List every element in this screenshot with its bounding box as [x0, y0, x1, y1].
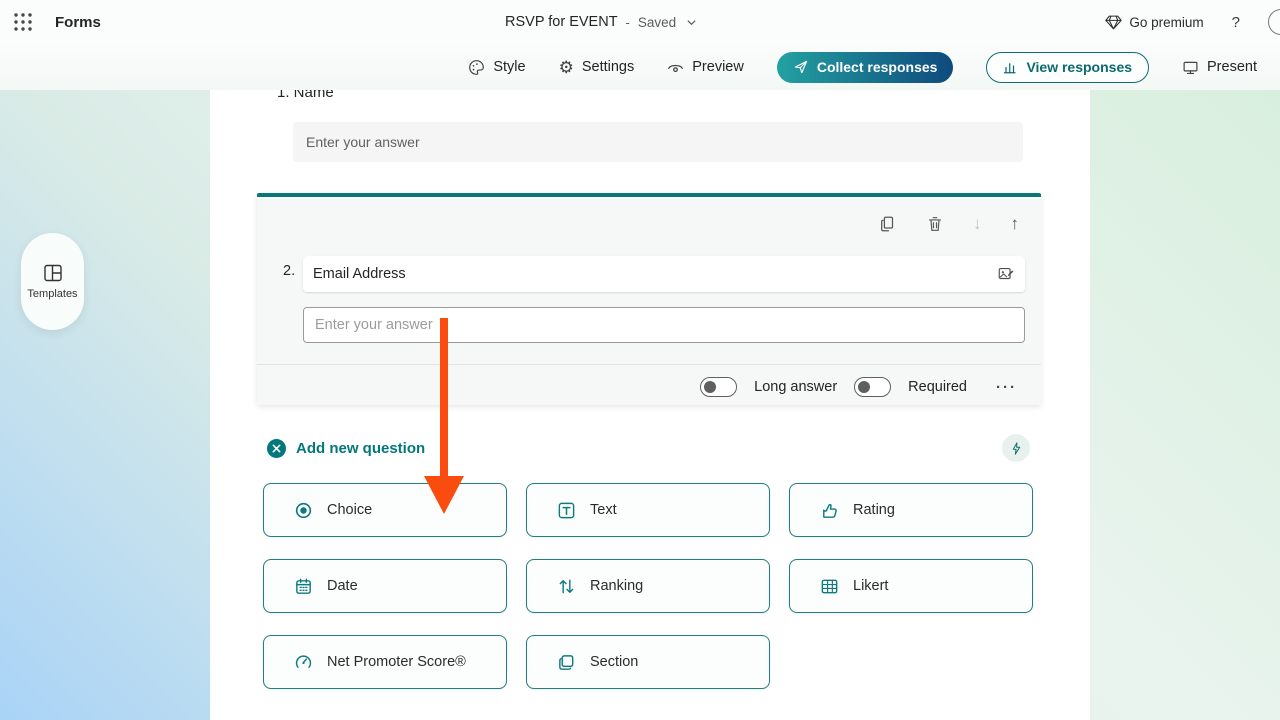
- templates-label: Templates: [27, 288, 78, 300]
- chevron-down-icon[interactable]: [686, 17, 697, 28]
- question-toolbar: ↓ ↑: [879, 215, 1019, 233]
- form-title-group: RSVP for EVENT - Saved: [505, 0, 697, 44]
- question-type-label: Likert: [853, 578, 889, 594]
- title-separator: -: [625, 14, 630, 30]
- section-pages-icon: [559, 654, 574, 670]
- form-title[interactable]: RSVP for EVENT: [505, 14, 618, 30]
- question-type-date[interactable]: Date: [263, 559, 507, 613]
- add-new-question-label[interactable]: Add new question: [296, 440, 425, 457]
- waffle-menu-icon[interactable]: [13, 12, 33, 32]
- app-name: Forms: [55, 13, 101, 31]
- question-1-answer-input[interactable]: [293, 122, 1023, 162]
- question-type-label: Section: [590, 654, 639, 670]
- question-2-card[interactable]: ↓ ↑ 2. Email Address Long answer Require…: [257, 193, 1041, 405]
- lightning-bolt-icon: [1012, 441, 1020, 455]
- eye-icon: [668, 64, 684, 72]
- question-2-title-text: Email Address: [313, 266, 406, 282]
- required-toggle[interactable]: [854, 377, 892, 397]
- account-avatar[interactable]: [1268, 9, 1280, 35]
- preview-label: Preview: [692, 59, 744, 75]
- add-new-question-row: Add new question: [210, 431, 1090, 465]
- question-type-section[interactable]: Section: [526, 635, 770, 689]
- view-responses-label: View responses: [1026, 59, 1133, 75]
- question-type-label: Date: [327, 578, 358, 594]
- diamond-icon: [1105, 15, 1123, 29]
- ranking-arrows-icon: [559, 579, 574, 593]
- move-down-icon: ↓: [973, 214, 982, 233]
- radio-icon: [295, 502, 312, 518]
- bar-chart-icon: [1004, 62, 1017, 73]
- present-button[interactable]: Present: [1182, 59, 1257, 76]
- question-type-label: Ranking: [590, 578, 644, 594]
- question-type-label: Rating: [853, 502, 895, 518]
- settings-label: Settings: [581, 59, 635, 75]
- ai-suggest-button[interactable]: [1002, 434, 1030, 462]
- top-right-group: Go premium ?: [1105, 0, 1280, 44]
- question-2-footer: Long answer Required ···: [257, 364, 1041, 409]
- command-toolbar: Style ⚙ Settings Preview Collect respons…: [0, 44, 1280, 90]
- style-button[interactable]: Style: [468, 59, 526, 76]
- collect-responses-button[interactable]: Collect responses: [776, 51, 954, 83]
- settings-button[interactable]: ⚙ Settings: [559, 59, 635, 76]
- question-type-nps[interactable]: Net Promoter Score®: [263, 635, 507, 689]
- move-up-icon[interactable]: ↑: [1011, 215, 1020, 233]
- question-type-label: Choice: [327, 502, 373, 518]
- templates-layout-icon: [43, 264, 62, 282]
- collect-responses-label: Collect responses: [816, 59, 938, 75]
- question-type-label: Text: [590, 502, 617, 518]
- go-premium-button[interactable]: Go premium: [1105, 14, 1204, 30]
- more-options-button[interactable]: ···: [996, 379, 1017, 396]
- calendar-icon: [296, 578, 311, 594]
- question-type-label: Net Promoter Score®: [327, 654, 466, 670]
- top-bar: Forms RSVP for EVENT - Saved Go premium …: [0, 0, 1280, 44]
- form-editor-panel: 1. Name ↓ ↑ 2. Email Address: [210, 84, 1090, 720]
- insert-media-icon[interactable]: [997, 265, 1015, 283]
- help-button[interactable]: ?: [1228, 14, 1244, 31]
- preview-button[interactable]: Preview: [667, 59, 744, 76]
- question-type-rating[interactable]: Rating: [789, 483, 1033, 537]
- question-2-answer-input[interactable]: [303, 307, 1025, 343]
- question-type-grid: Choice Text Rating Date Ranking Likert N…: [263, 483, 1033, 689]
- text-icon: [558, 502, 575, 518]
- save-status: Saved: [637, 14, 677, 30]
- long-answer-label: Long answer: [754, 379, 838, 395]
- palette-icon: [469, 59, 485, 75]
- question-2-number: 2.: [283, 263, 296, 279]
- long-answer-toggle[interactable]: [700, 377, 738, 397]
- question-type-ranking[interactable]: Ranking: [526, 559, 770, 613]
- present-label: Present: [1207, 59, 1257, 75]
- question-type-likert[interactable]: Likert: [789, 559, 1033, 613]
- send-icon: [794, 60, 807, 74]
- copy-icon[interactable]: [879, 215, 897, 233]
- question-type-text[interactable]: Text: [526, 483, 770, 537]
- likert-grid-icon: [821, 579, 838, 593]
- gear-icon: ⚙: [558, 57, 574, 77]
- style-label: Style: [493, 59, 526, 75]
- templates-button[interactable]: Templates: [21, 233, 84, 330]
- monitor-icon: [1183, 61, 1198, 74]
- view-responses-button[interactable]: View responses: [986, 51, 1150, 83]
- question-2-title-field[interactable]: Email Address: [303, 256, 1025, 292]
- required-label: Required: [908, 379, 967, 395]
- question-type-choice[interactable]: Choice: [263, 483, 507, 537]
- gauge-icon: [295, 654, 312, 668]
- delete-icon[interactable]: [926, 215, 944, 233]
- collapse-add-question-icon[interactable]: [267, 438, 286, 458]
- thumbs-up-icon: [823, 503, 837, 518]
- forms-app-window: Forms RSVP for EVENT - Saved Go premium …: [0, 0, 1280, 720]
- go-premium-label: Go premium: [1129, 14, 1204, 30]
